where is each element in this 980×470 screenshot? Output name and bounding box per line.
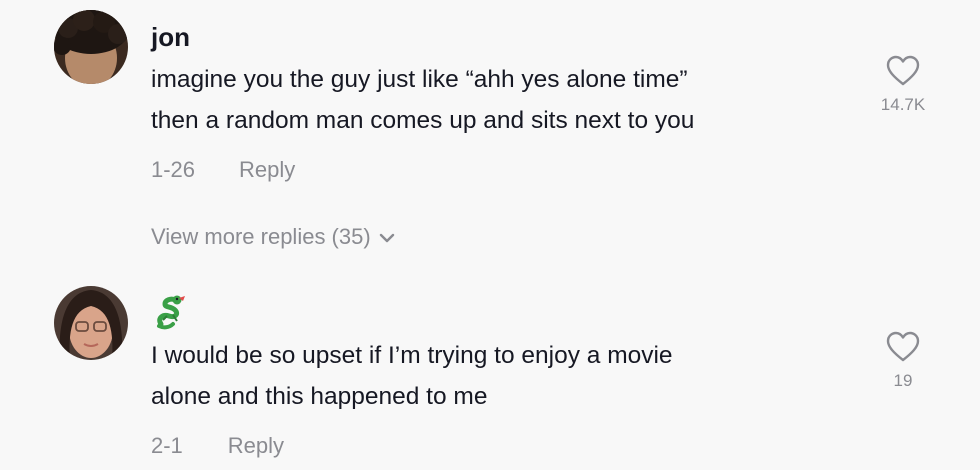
heart-icon[interactable] <box>886 331 920 363</box>
comment-text: imagine you the guy just like “ahh yes a… <box>151 59 851 141</box>
view-more-replies-label: View more replies (35) <box>151 224 371 249</box>
like-section: 19 <box>870 331 936 391</box>
comment-date: 1-26 <box>151 157 196 182</box>
like-section: 14.7K <box>870 55 936 115</box>
username[interactable]: jon <box>151 24 190 50</box>
comment-text-line: then a random man comes up and sits next… <box>151 107 695 134</box>
chevron-down-icon <box>379 233 394 243</box>
like-count: 19 <box>893 371 913 390</box>
dragon-emoji-icon[interactable] <box>153 294 193 330</box>
comment-text-line: imagine you the guy just like “ahh yes a… <box>151 66 688 93</box>
reply-button[interactable]: Reply <box>228 435 284 457</box>
comment-date: 2-1 <box>151 433 183 458</box>
reply-button[interactable]: Reply <box>239 159 295 181</box>
comment-meta: 1-26 Reply <box>151 159 295 181</box>
avatar[interactable] <box>54 286 128 360</box>
comment-text-line: I would be so upset if I’m trying to enj… <box>151 342 673 369</box>
avatar[interactable] <box>54 10 128 84</box>
heart-icon[interactable] <box>886 55 920 87</box>
like-count: 14.7K <box>880 95 926 114</box>
view-more-replies-button[interactable]: View more replies (35) <box>151 226 395 248</box>
comment-text: I would be so upset if I’m trying to enj… <box>151 335 851 417</box>
comment-text-line: alone and this happened to me <box>151 383 488 410</box>
comment-meta: 2-1 Reply <box>151 435 284 457</box>
